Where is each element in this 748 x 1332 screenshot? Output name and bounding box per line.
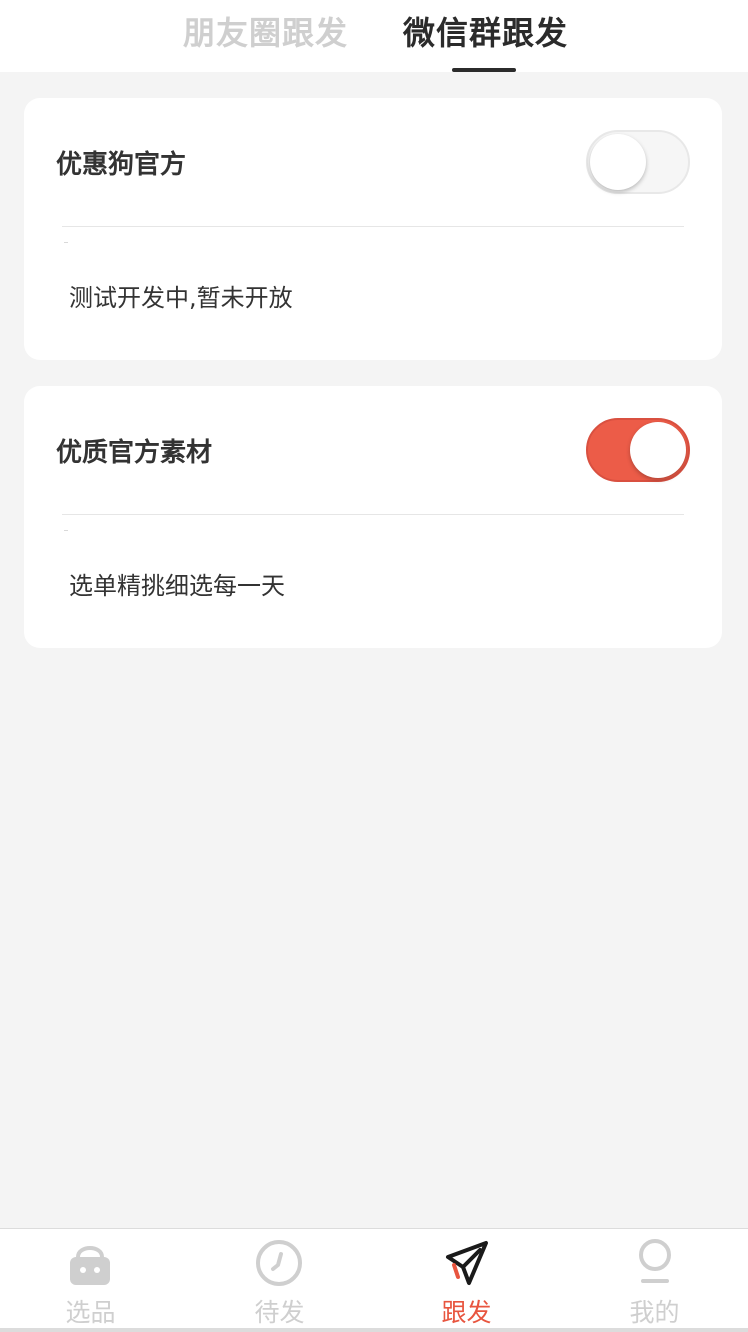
clock-icon <box>256 1240 302 1286</box>
shopping-basket-icon <box>70 1246 110 1285</box>
nav-label: 我的 <box>629 1298 680 1327</box>
nav-item-pending[interactable]: 待发 <box>187 1229 374 1332</box>
nav-label: 待发 <box>254 1298 305 1327</box>
card-description: 选单精挑细选每一天 <box>69 572 285 600</box>
divider-mark <box>64 530 68 531</box>
tab-moments-follow[interactable]: 朋友圈跟发 <box>183 8 348 54</box>
active-tab-indicator <box>452 68 516 72</box>
follow-source-card: 优惠狗官方 测试开发中,暂未开放 <box>24 98 722 360</box>
nav-item-mine[interactable]: 我的 <box>561 1229 748 1332</box>
top-tab-bar: 朋友圈跟发 微信群跟发 <box>0 0 748 72</box>
card-title: 优惠狗官方 <box>56 150 187 180</box>
nav-label: 选品 <box>65 1298 116 1327</box>
follow-toggle[interactable] <box>586 130 690 194</box>
card-title: 优质官方素材 <box>56 438 213 468</box>
tab-wechat-group-follow[interactable]: 微信群跟发 <box>403 8 568 54</box>
nav-item-follow[interactable]: 跟发 <box>374 1229 561 1332</box>
divider-mark <box>64 242 68 243</box>
home-indicator <box>0 1328 748 1332</box>
toggle-knob <box>630 422 686 478</box>
nav-item-select-products[interactable]: 选品 <box>0 1229 187 1332</box>
card-description: 测试开发中,暂未开放 <box>69 284 293 312</box>
toggle-knob <box>590 134 646 190</box>
divider <box>62 226 684 227</box>
app-root: 朋友圈跟发 微信群跟发 优惠狗官方 测试开发中,暂未开放 优质官方素材 选单精挑… <box>0 0 748 1332</box>
follow-source-card: 优质官方素材 选单精挑细选每一天 <box>24 386 722 648</box>
divider <box>62 514 684 515</box>
nav-label: 跟发 <box>441 1298 492 1327</box>
follow-toggle[interactable] <box>586 418 690 482</box>
user-icon <box>639 1239 671 1283</box>
paper-plane-icon <box>446 1241 488 1285</box>
bottom-nav-bar: 选品 待发 跟发 我的 <box>0 1228 748 1332</box>
